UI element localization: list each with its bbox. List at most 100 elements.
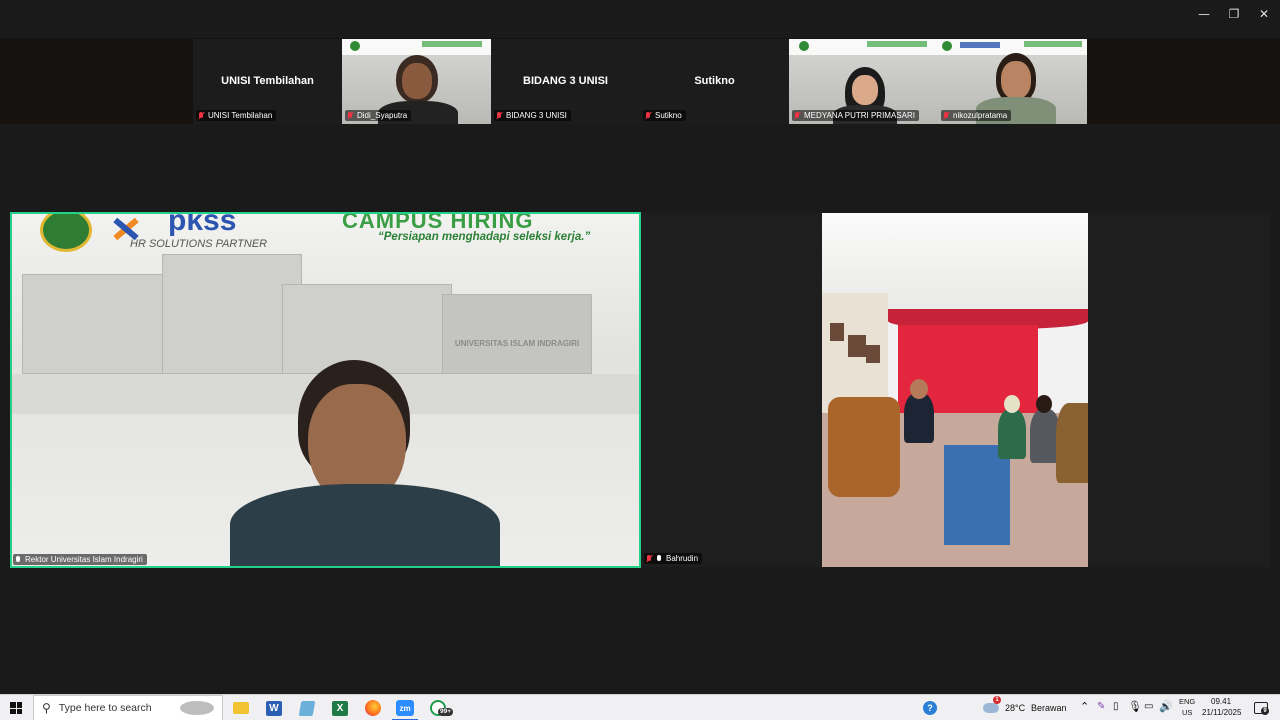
participant-video [822, 213, 1088, 567]
banner-text-graphic [867, 41, 927, 47]
person-face [402, 63, 432, 99]
person-body [904, 393, 934, 443]
mic-muted-icon [943, 111, 949, 120]
frame-graphic [830, 323, 844, 341]
participant-label: MEDYANA PUTRI PRIMASARI [792, 110, 919, 121]
zoom-icon[interactable]: zm [392, 698, 418, 718]
logo-icon [942, 41, 952, 51]
title-bar: — ❐ ✕ [0, 0, 1280, 30]
person-face [1001, 61, 1031, 99]
clock-time[interactable]: 09.41 [1211, 697, 1231, 706]
brand-text-graphic [960, 42, 1000, 48]
start-button[interactable] [0, 695, 32, 720]
notification-center-icon[interactable]: 9 [1250, 698, 1272, 718]
mic-muted-icon [198, 111, 204, 120]
weather-desc[interactable]: Berawan [1031, 703, 1067, 713]
mic-muted-icon [794, 111, 800, 120]
frame-graphic [866, 345, 880, 363]
weather-temp[interactable]: 28°C [1005, 703, 1025, 713]
participant-label-text: UNISI Tembilahan [208, 111, 273, 120]
language-region[interactable]: US [1182, 708, 1192, 717]
weather-icon[interactable]: 1 [980, 696, 1002, 718]
participant-name: BIDANG 3 UNISI [523, 75, 608, 87]
minimize-button[interactable]: — [1188, 0, 1220, 28]
windows-icon [10, 702, 22, 714]
microphone-icon[interactable]: 🎙 [1128, 700, 1142, 713]
participant-label-text: nikozulpratama [953, 111, 1008, 120]
participant-tile[interactable]: UNISI Tembilahan UNISI Tembilahan [193, 39, 342, 124]
person-body [1056, 403, 1088, 483]
help-icon[interactable]: ? [917, 698, 943, 718]
chevron-up-icon[interactable]: ⌃ [1080, 700, 1089, 713]
building-graphic [162, 254, 302, 374]
close-button[interactable]: ✕ [1248, 0, 1280, 28]
firefox-icon[interactable] [360, 698, 386, 718]
device-icon[interactable]: ▯ [1113, 701, 1119, 712]
participant-label-text: Bahrudin [666, 554, 699, 563]
person-face [910, 379, 928, 399]
frame-graphic [848, 335, 866, 357]
search-placeholder: Type here to search [58, 702, 152, 714]
building-graphic [282, 284, 452, 374]
mic-icon [656, 554, 662, 563]
whatsapp-icon[interactable]: 99+ [425, 698, 454, 718]
participant-tile[interactable]: BIDANG 3 UNISI BIDANG 3 UNISI [491, 39, 640, 124]
clock-date[interactable]: 21/11/2025 [1202, 708, 1241, 717]
banner-text-graphic [1024, 41, 1082, 47]
participant-tile[interactable]: MEDYANA PUTRI PRIMASARI [789, 39, 938, 124]
weather-alert-badge: 1 [993, 696, 1001, 704]
search-highlight-icon [176, 698, 218, 718]
banner-subline: “Persiapan menghadapi seleksi kerja.” [378, 231, 591, 243]
brand-name: pkss [168, 212, 237, 237]
mic-muted-icon [496, 111, 502, 120]
participant-label: Rektor Universitas Islam Indragiri [13, 554, 147, 565]
participant-label: BIDANG 3 UNISI [494, 110, 571, 121]
banner-text-graphic [422, 41, 482, 47]
participant-label: UNISI Tembilahan [196, 110, 277, 121]
active-speaker-tile[interactable]: UNIVERSITAS ISLAM INDRAGIRI pkss HR SOLU… [10, 212, 641, 568]
sign-text: UNIVERSITAS ISLAM INDRAGIRI [454, 339, 580, 348]
notification-count: 9 [1261, 707, 1269, 715]
participant-name: Sutikno [694, 75, 735, 87]
sofa-graphic [828, 397, 900, 497]
word-icon[interactable]: W [261, 698, 287, 718]
participant-label-text: Rektor Universitas Islam Indragiri [25, 555, 143, 564]
excel-icon[interactable]: X [327, 698, 353, 718]
participant-label: nikozulpratama [941, 110, 1012, 121]
language-code[interactable]: ENG [1179, 697, 1195, 706]
person-body [998, 409, 1026, 459]
network-icon[interactable]: ▭ [1144, 701, 1153, 712]
participant-tile[interactable]: Sutikno Sutikno [640, 39, 789, 124]
participant-name: UNISI Tembilahan [221, 75, 314, 87]
taskbar: ⚲ Type here to search W X zm 99+ ? 1 28°… [0, 694, 1280, 720]
mic-muted-icon [347, 111, 353, 120]
person-face [1004, 395, 1020, 413]
participant-tile[interactable]: nikozulpratama [938, 39, 1087, 124]
volume-icon[interactable]: 🔊 [1159, 700, 1173, 713]
person-face [1036, 395, 1052, 413]
mic-muted-icon [646, 554, 652, 563]
person-face [852, 75, 878, 105]
table-graphic [944, 445, 1010, 545]
mic-icon [15, 555, 21, 564]
search-icon: ⚲ [42, 701, 51, 715]
empty-tile [1088, 213, 1270, 567]
participant-label-text: BIDANG 3 UNISI [506, 111, 567, 120]
sign-board: UNIVERSITAS ISLAM INDRAGIRI [442, 294, 592, 374]
participant-label: Bahrudin [644, 553, 703, 564]
pen-icon[interactable]: ✎ [1097, 701, 1105, 712]
participant-tile[interactable]: Bahrudin [641, 213, 822, 567]
brand-tagline: HR SOLUTIONS PARTNER [130, 238, 268, 250]
zoom-meeting-window: — ❐ ✕ UNISI Tembilahan UNISI Tembilahan … [0, 0, 1280, 720]
participant-tile[interactable]: Didi_Syaputra [342, 39, 491, 124]
participant-label: Didi_Syaputra [345, 110, 412, 121]
file-explorer-icon[interactable] [228, 698, 254, 718]
participant-label-text: Didi_Syaputra [357, 111, 408, 120]
participant-label: Sutikno [643, 110, 686, 121]
notepad-icon[interactable] [294, 698, 320, 718]
participant-label-text: Sutikno [655, 111, 682, 120]
speaker-body [230, 484, 500, 566]
notification-badge: 99+ [438, 708, 454, 716]
logo-icon [350, 41, 360, 51]
maximize-button[interactable]: ❐ [1218, 0, 1250, 28]
